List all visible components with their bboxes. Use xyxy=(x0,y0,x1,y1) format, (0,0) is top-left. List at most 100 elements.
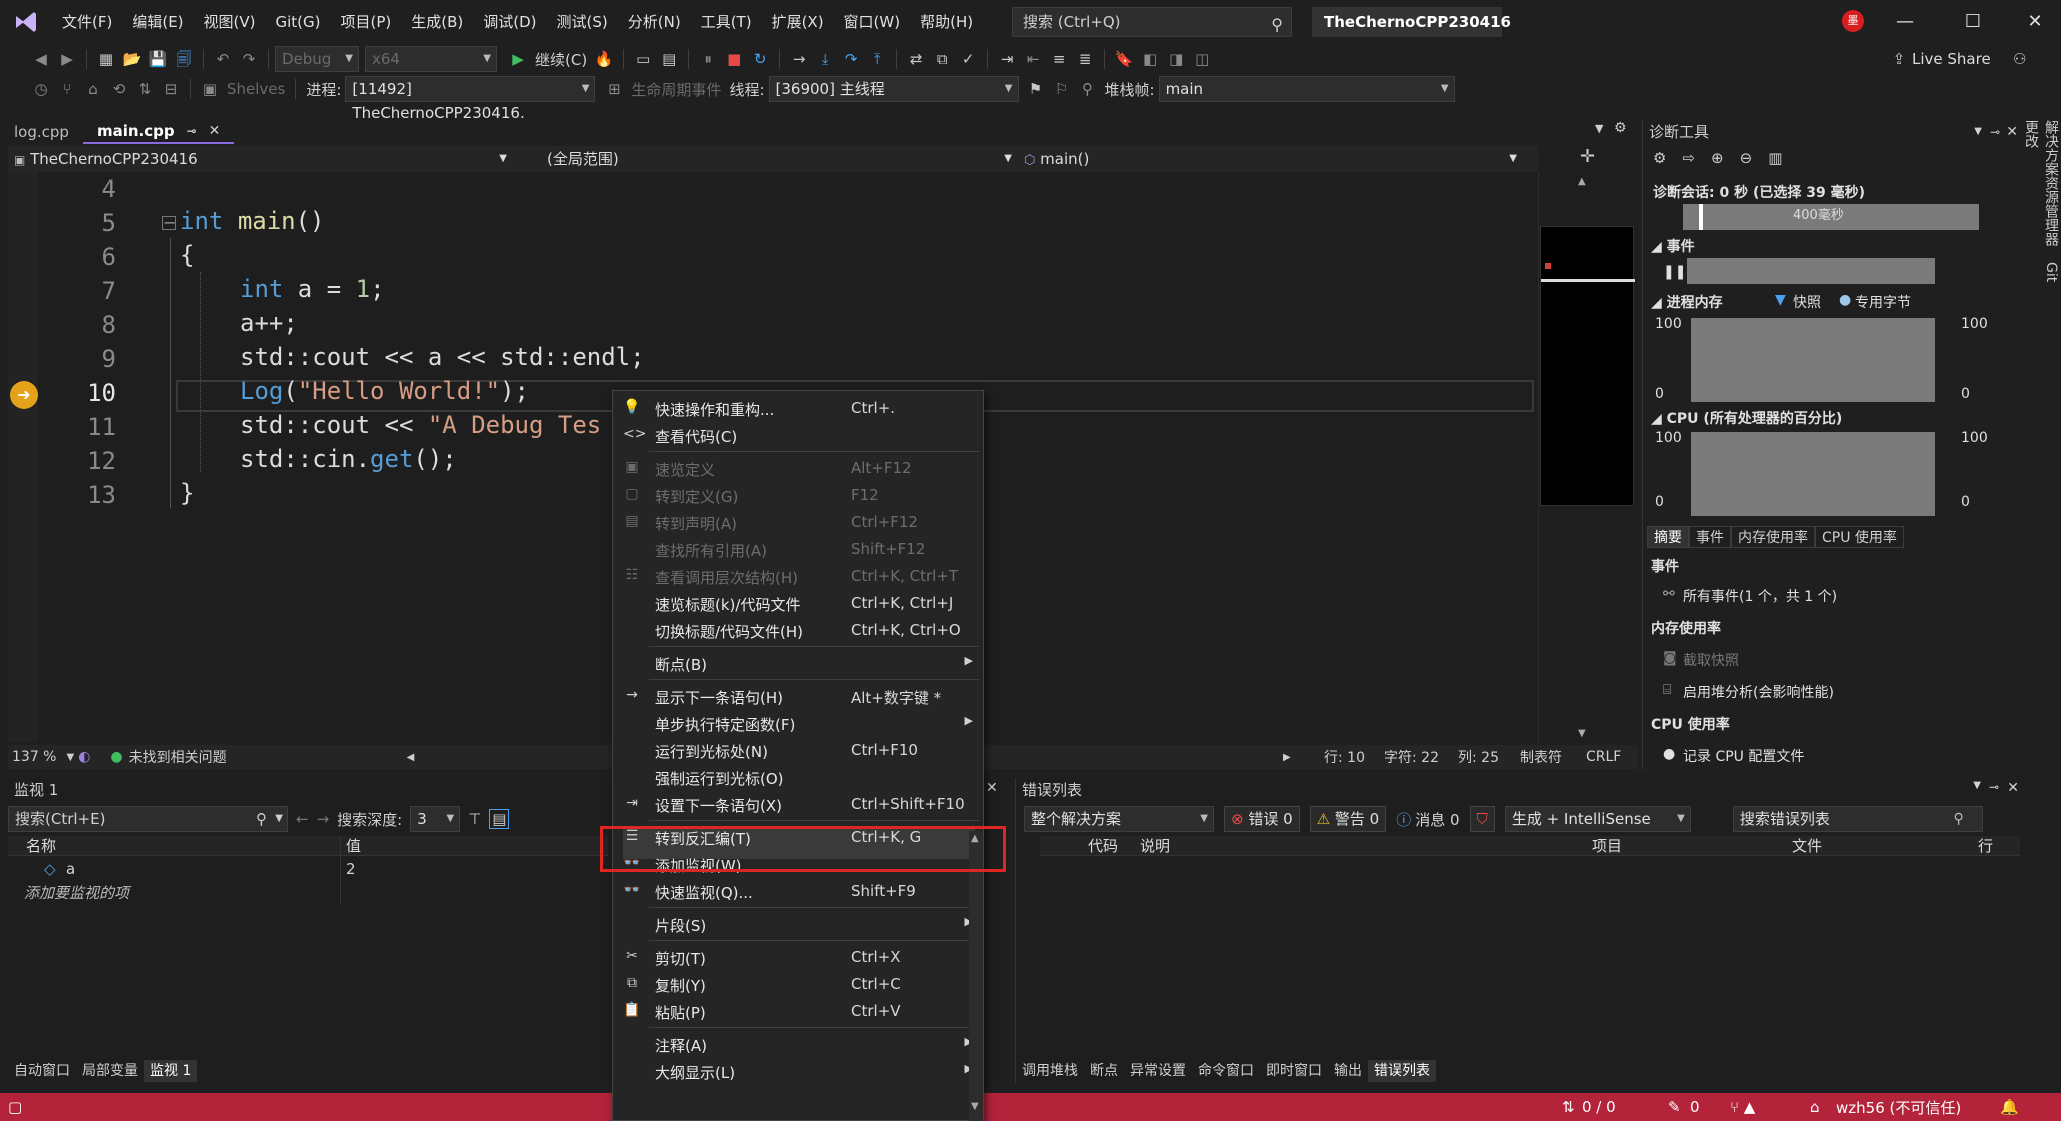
maximize-icon[interactable]: ☐ xyxy=(1950,0,1996,44)
code-line[interactable]: std::cin.get(); xyxy=(240,445,457,473)
errors-filter-button[interactable]: ⊗ 错误 0 xyxy=(1224,806,1300,832)
warnings-filter-button[interactable]: ⚠ 警告 0 xyxy=(1309,806,1387,832)
tab-output[interactable]: 输出 xyxy=(1328,1060,1368,1082)
prev-bookmark-icon[interactable]: ◧ xyxy=(1139,48,1161,70)
events-track[interactable] xyxy=(1687,258,1935,284)
new-project-icon[interactable]: ▦ xyxy=(95,48,117,70)
step-into-icon[interactable]: ⤓ xyxy=(814,48,836,70)
project-select[interactable]: ▣ TheChernoCPP230416 ▼ xyxy=(8,147,513,171)
tab-locals[interactable]: 局部变量 xyxy=(76,1060,144,1082)
code-line[interactable]: int main() xyxy=(180,207,325,235)
menu-git[interactable]: Git(G) xyxy=(266,0,331,44)
context-menu-item[interactable]: 单步执行特定函数(F) ▶ xyxy=(613,710,983,737)
menu-file[interactable]: 文件(F) xyxy=(52,0,122,44)
menu-view[interactable]: 视图(V) xyxy=(194,0,266,44)
search-back-icon[interactable]: ← xyxy=(296,810,309,828)
code-line[interactable]: std::cout << "A Debug Tes xyxy=(240,411,601,439)
chart-icon[interactable]: ▥ xyxy=(1768,149,1782,167)
thread-select[interactable]: [36900] 主线程 ▼ xyxy=(768,76,1019,102)
context-menu-item[interactable]: 速览标题(k)/代码文件 Ctrl+K, Ctrl+J xyxy=(613,590,983,617)
avatar[interactable]: 墨 xyxy=(1842,10,1864,32)
user-status[interactable]: wzh56 (不可信任) xyxy=(1836,1097,1961,1118)
status-icon[interactable]: ▢ xyxy=(8,1098,22,1116)
code-line-current[interactable]: Log("Hello World!"); xyxy=(240,377,529,405)
error-col-desc[interactable]: 说明 xyxy=(1140,836,1170,856)
filter-icon[interactable]: ⛉ xyxy=(1469,806,1495,832)
context-menu-item[interactable]: 片段(S)▶ xyxy=(613,911,983,938)
view-text-icon[interactable]: ▤ xyxy=(489,809,510,829)
next-bookmark-icon[interactable]: ◨ xyxy=(1165,48,1187,70)
solution-explorer-tab[interactable]: 解决方案资源管理器 xyxy=(2043,120,2059,246)
tabs-indicator[interactable]: 制表符 xyxy=(1520,747,1562,767)
close-tab-icon[interactable]: ✕ xyxy=(209,119,221,143)
indicator-margin[interactable] xyxy=(8,172,38,742)
config-select[interactable]: Debug ▼ xyxy=(275,46,359,72)
gear-icon[interactable]: ⚙ xyxy=(1653,149,1666,167)
chevron-down-icon[interactable]: ▼ xyxy=(1974,120,1982,144)
step-over-icon[interactable]: ↷ xyxy=(840,48,862,70)
scroll-right-icon[interactable]: ▶ xyxy=(1283,752,1291,763)
memory-graph[interactable] xyxy=(1691,318,1935,402)
menu-edit[interactable]: 编辑(E) xyxy=(122,0,193,44)
take-snapshot-button[interactable]: 截取快照 xyxy=(1683,650,1739,670)
sync-icon[interactable]: ⇅ xyxy=(134,78,156,100)
menu-tools[interactable]: 工具(T) xyxy=(691,0,762,44)
eol-indicator[interactable]: CRLF xyxy=(1586,749,1621,765)
copilot-icon[interactable]: ◐ xyxy=(78,749,90,765)
window-layout-icon[interactable]: ▤ xyxy=(658,48,680,70)
scroll-left-icon[interactable]: ◀ xyxy=(407,752,415,763)
zoom-out-icon[interactable]: ⊖ xyxy=(1740,149,1753,167)
tab-command-window[interactable]: 命令窗口 xyxy=(1192,1060,1260,1082)
tab-summary[interactable]: 摘要 xyxy=(1647,526,1689,548)
context-menu-item[interactable]: 👓 快速监视(Q)... Shift+F9 xyxy=(613,878,983,905)
minimap-viewport[interactable] xyxy=(1540,226,1635,506)
restart-icon[interactable]: ↻ xyxy=(749,48,771,70)
stop-icon[interactable]: ■ xyxy=(723,48,745,70)
tab-breakpoints[interactable]: 断点 xyxy=(1084,1060,1124,1082)
context-menu-item[interactable]: 运行到光标处(N) Ctrl+F10 xyxy=(613,737,983,764)
record-cpu-button[interactable]: 记录 CPU 配置文件 xyxy=(1683,746,1804,766)
chevron-down-icon[interactable]: ▼ xyxy=(1973,780,1981,791)
pin-icon[interactable]: ⊸ xyxy=(1990,120,2000,144)
shelves-button[interactable]: Shelves xyxy=(227,80,285,98)
flag-all-icon[interactable]: ⚐ xyxy=(1051,78,1073,100)
menu-window[interactable]: 窗口(W) xyxy=(834,0,911,44)
tag-icon[interactable]: ⌂ xyxy=(82,78,104,100)
outdent-icon[interactable]: ⇤ xyxy=(1022,48,1044,70)
menu-build[interactable]: 生成(B) xyxy=(401,0,473,44)
context-menu-item[interactable]: 大纲显示(L)▶ xyxy=(613,1058,983,1085)
lifecycle-icon[interactable]: ⊞ xyxy=(603,78,625,100)
hot-reload-icon[interactable]: 🔥 xyxy=(593,48,615,70)
close-icon[interactable]: ✕ xyxy=(2006,120,2018,144)
tab-call-stack[interactable]: 调用堆栈 xyxy=(1016,1060,1084,1082)
comment-icon[interactable]: ≡ xyxy=(1048,48,1070,70)
code-line[interactable]: int a = 1; xyxy=(240,275,385,303)
notification-bell-icon[interactable]: 🔔 xyxy=(2000,1098,2019,1116)
process-select[interactable]: [11492] TheChernoCPP230416. ▼ xyxy=(345,76,596,122)
error-col-line[interactable]: 行 xyxy=(1978,836,1993,856)
refresh-icon[interactable]: ⟲ xyxy=(108,78,130,100)
error-scope-select[interactable]: 整个解决方案 ▼ xyxy=(1024,806,1214,832)
line-indicator[interactable]: 行: 10 xyxy=(1324,747,1365,767)
spell-check-icon[interactable]: ✓ xyxy=(957,48,979,70)
tab-watch-1[interactable]: 监视 1 xyxy=(144,1060,198,1082)
menu-help[interactable]: 帮助(H) xyxy=(910,0,983,44)
error-col-project[interactable]: 项目 xyxy=(1592,836,1622,856)
timeline-ruler[interactable]: 400毫秒 xyxy=(1683,204,1979,230)
branch-icon[interactable]: ⑂ xyxy=(56,78,78,100)
cpu-graph[interactable] xyxy=(1691,432,1935,516)
context-menu-item[interactable]: → 显示下一条语句(H) Alt+数字键 * xyxy=(613,683,983,710)
stackframe-select[interactable]: main ▼ xyxy=(1158,76,1455,102)
menu-test[interactable]: 测试(S) xyxy=(547,0,618,44)
context-menu-scrollbar[interactable]: ▲ ▼ xyxy=(969,831,983,1121)
chevron-down-icon[interactable]: ▼ xyxy=(275,807,283,831)
col-indicator[interactable]: 列: 25 xyxy=(1458,747,1499,767)
tab-main-cpp[interactable]: main.cpp ⊸ ✕ xyxy=(82,119,235,144)
menu-analyze[interactable]: 分析(N) xyxy=(618,0,691,44)
tab-autos[interactable]: 自动窗口 xyxy=(8,1060,76,1082)
platform-select[interactable]: x64 ▼ xyxy=(365,46,497,72)
context-menu-item[interactable]: 断点(B) ▶ xyxy=(613,650,983,677)
zoom-level[interactable]: 137 % xyxy=(12,749,56,765)
continue-play-icon[interactable]: ▶ xyxy=(507,48,529,70)
code-line[interactable]: } xyxy=(180,479,194,507)
